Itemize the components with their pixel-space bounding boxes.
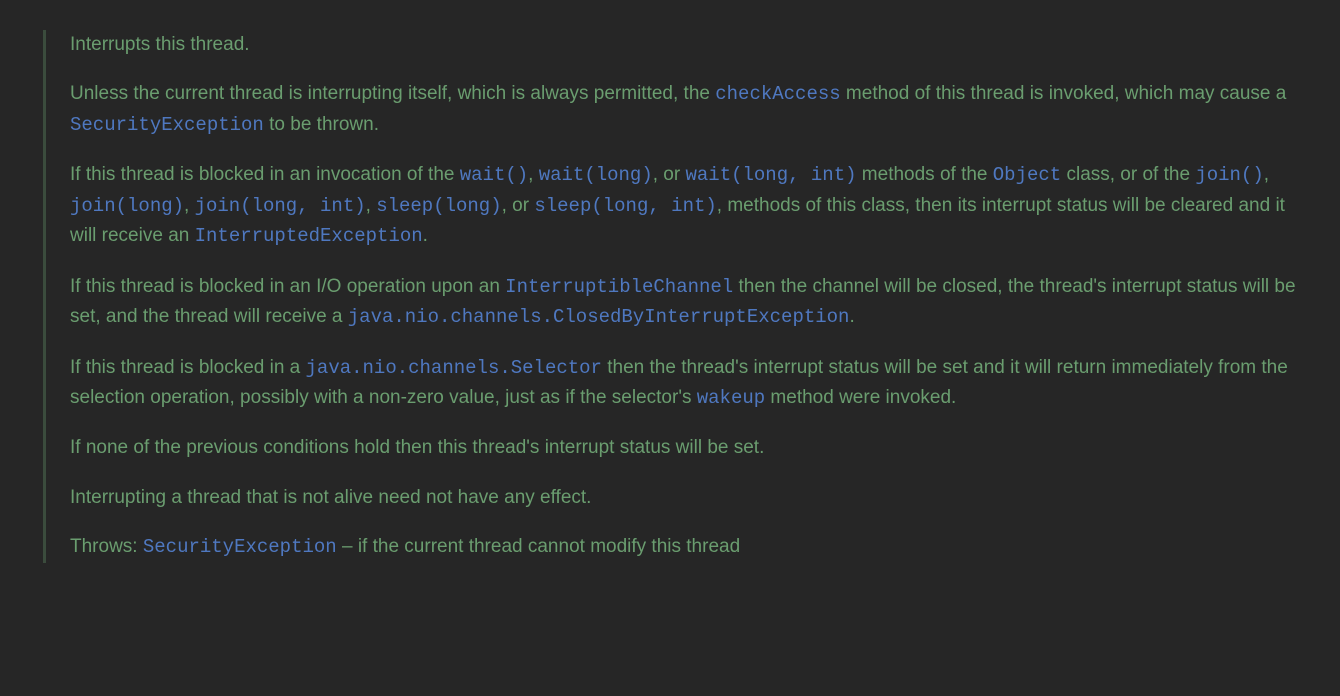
doc-text: method were invoked. [765,387,956,408]
doc-text: . [423,225,428,246]
doc-text: If this thread is blocked in a [70,357,306,378]
doc-paragraph: If this thread is blocked in a java.nio.… [70,353,1310,414]
doc-text: If this thread is blocked in an invocati… [70,164,460,185]
doc-paragraph: Interrupts this thread. [70,30,1310,59]
link-throws-SecurityException[interactable]: SecurityException [143,536,337,558]
link-wait-long[interactable]: wait(long) [539,164,653,186]
doc-paragraph: Throws: SecurityException – if the curre… [70,532,1310,562]
doc-text: . [849,306,854,327]
doc-text: to be thrown. [264,114,379,135]
link-wait-long-int[interactable]: wait(long, int) [685,164,856,186]
doc-text: Throws: [70,536,143,557]
doc-text: If this thread is blocked in an I/O oper… [70,276,505,297]
link-wait[interactable]: wait() [460,164,528,186]
link-checkAccess[interactable]: checkAccess [715,83,840,105]
doc-text: If none of the previous conditions hold … [70,437,764,458]
doc-text: , [528,164,539,185]
doc-text: method of this thread is invoked, which … [841,83,1287,104]
doc-paragraph: If this thread is blocked in an I/O oper… [70,272,1310,333]
documentation-block: Interrupts this thread. Unless the curre… [43,30,1340,563]
doc-text: , or [653,164,686,185]
link-join-long-int[interactable]: join(long, int) [195,195,366,217]
link-sleep-long-int[interactable]: sleep(long, int) [534,195,716,217]
link-wakeup[interactable]: wakeup [697,387,765,409]
link-join[interactable]: join() [1195,164,1263,186]
doc-text: , or [502,195,535,216]
link-InterruptibleChannel[interactable]: InterruptibleChannel [505,276,733,298]
doc-text: , [184,195,195,216]
doc-paragraph: Unless the current thread is interruptin… [70,79,1310,140]
doc-text: – if the current thread cannot modify th… [337,536,740,557]
link-SecurityException[interactable]: SecurityException [70,114,264,136]
doc-text: Unless the current thread is interruptin… [70,83,715,104]
link-join-long[interactable]: join(long) [70,195,184,217]
doc-text: class, or of the [1061,164,1195,185]
doc-text: , [366,195,377,216]
link-Selector[interactable]: java.nio.channels.Selector [306,357,602,379]
doc-paragraph: If this thread is blocked in an invocati… [70,160,1310,251]
link-Object[interactable]: Object [993,164,1061,186]
doc-text: methods of the [857,164,993,185]
link-ClosedByInterruptException[interactable]: java.nio.channels.ClosedByInterruptExcep… [348,306,850,328]
link-InterruptedException[interactable]: InterruptedException [195,225,423,247]
doc-paragraph: Interrupting a thread that is not alive … [70,483,1310,512]
doc-text: Interrupts this thread. [70,34,250,55]
link-sleep-long[interactable]: sleep(long) [376,195,501,217]
doc-text: Interrupting a thread that is not alive … [70,487,591,508]
doc-paragraph: If none of the previous conditions hold … [70,433,1310,462]
doc-text: , [1264,164,1269,185]
